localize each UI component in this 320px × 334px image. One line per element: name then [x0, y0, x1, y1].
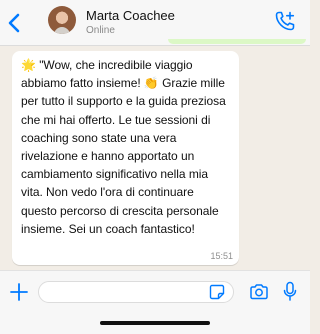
attach-button[interactable] — [8, 281, 30, 303]
message-text: 🌟 "Wow, che incredibile viaggio abbiamo … — [21, 56, 231, 238]
message-input[interactable] — [38, 281, 234, 303]
message-body: "Wow, che incredibile viaggio abbiamo fa… — [21, 58, 226, 236]
camera-button[interactable] — [249, 282, 269, 302]
microphone-icon — [283, 281, 297, 301]
avatar[interactable] — [48, 6, 76, 34]
message-time: 15:51 — [210, 251, 233, 261]
chevron-left-icon — [8, 13, 20, 33]
contact-status: Online — [86, 25, 115, 36]
camera-icon — [250, 284, 268, 300]
plus-icon — [10, 283, 28, 301]
add-call-icon — [275, 11, 295, 31]
star-emoji: 🌟 — [21, 58, 36, 72]
sticker-icon — [209, 284, 225, 300]
sticker-button[interactable] — [209, 284, 225, 300]
add-call-button[interactable] — [274, 10, 296, 32]
back-button[interactable] — [4, 9, 24, 37]
home-indicator[interactable] — [100, 321, 210, 325]
contact-name[interactable]: Marta Coachee — [86, 8, 175, 23]
microphone-button[interactable] — [283, 281, 297, 303]
incoming-message-bubble[interactable]: 🌟 "Wow, che incredibile viaggio abbiamo … — [12, 51, 239, 265]
previous-message-bubble — [168, 39, 306, 44]
